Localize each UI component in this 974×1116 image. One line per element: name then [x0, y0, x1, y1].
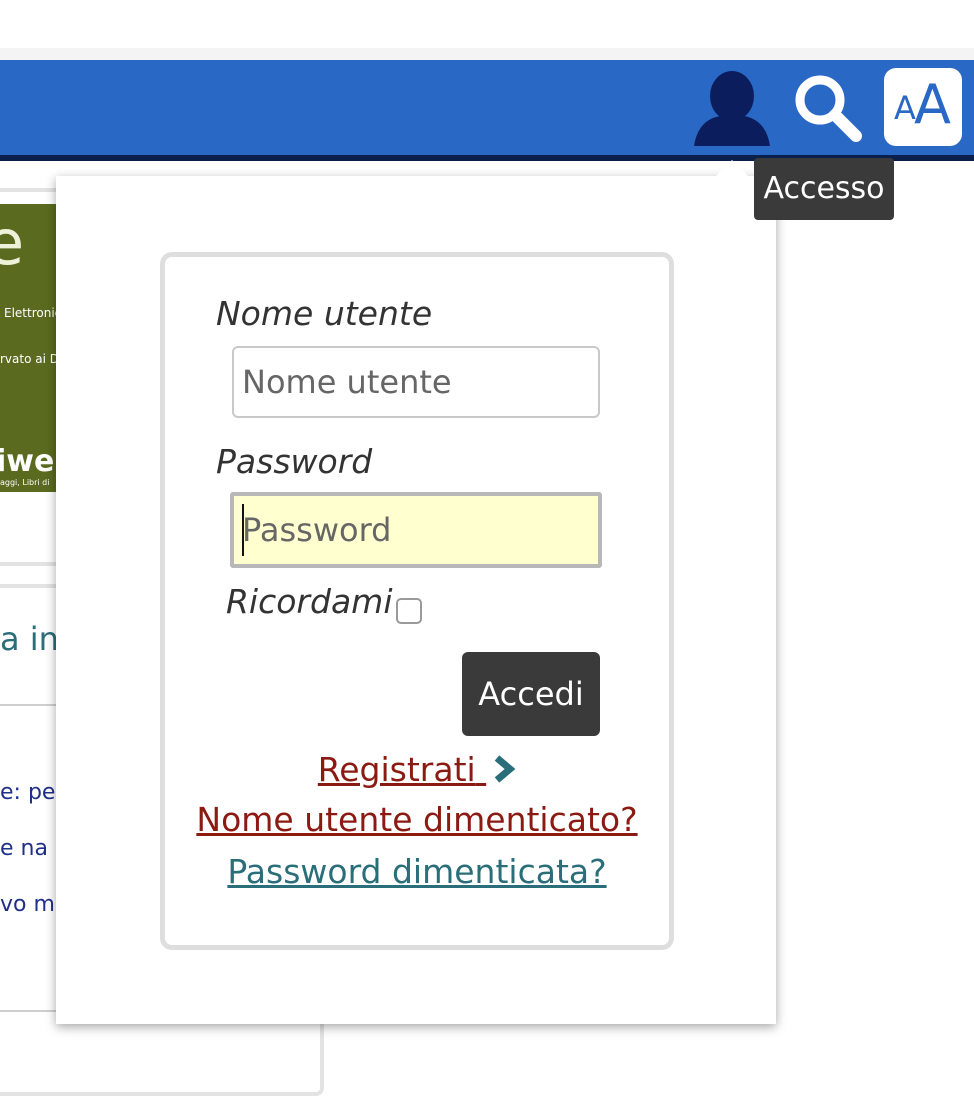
- background-heading-fragment: a in: [0, 620, 59, 658]
- banner-text-4: aggi, Libri di: [0, 478, 50, 487]
- font-size-big-glyph: A: [914, 73, 951, 136]
- remember-label: Ricordami: [226, 582, 393, 621]
- text-cursor: [242, 504, 244, 556]
- access-tooltip: Accesso: [754, 158, 894, 220]
- banner-text-2: rvato ai D: [0, 352, 59, 366]
- forgot-password-link[interactable]: Password dimenticata?: [160, 852, 674, 891]
- register-link-label: Registrati: [317, 750, 476, 789]
- username-label: Nome utente: [216, 294, 433, 333]
- chevron-right-icon: [494, 752, 516, 791]
- user-icon[interactable]: [690, 70, 774, 146]
- font-size-button[interactable]: A A: [884, 68, 962, 146]
- login-button[interactable]: Accedi: [462, 652, 600, 736]
- background-banner[interactable]: e Elettronic rvato ai D iweb aggi, Libri…: [0, 204, 62, 492]
- banner-text-1: Elettronic: [4, 306, 62, 320]
- remember-checkbox[interactable]: [396, 598, 422, 624]
- password-input[interactable]: [230, 492, 602, 568]
- background-text-line[interactable]: e: per: [0, 780, 65, 805]
- register-link[interactable]: Registrati: [160, 750, 674, 791]
- background-text-line[interactable]: e na: [0, 836, 48, 861]
- top-strip: [0, 0, 974, 60]
- top-navbar: A A: [0, 60, 974, 161]
- username-input[interactable]: [232, 346, 600, 418]
- banner-logo-letter: e: [0, 206, 25, 279]
- popover-caret: [716, 160, 748, 176]
- banner-text-3: iweb: [0, 444, 62, 479]
- password-label: Password: [216, 442, 373, 481]
- font-size-small-glyph: A: [894, 89, 916, 127]
- forgot-username-link[interactable]: Nome utente dimenticato?: [160, 800, 674, 839]
- search-icon[interactable]: [792, 72, 864, 144]
